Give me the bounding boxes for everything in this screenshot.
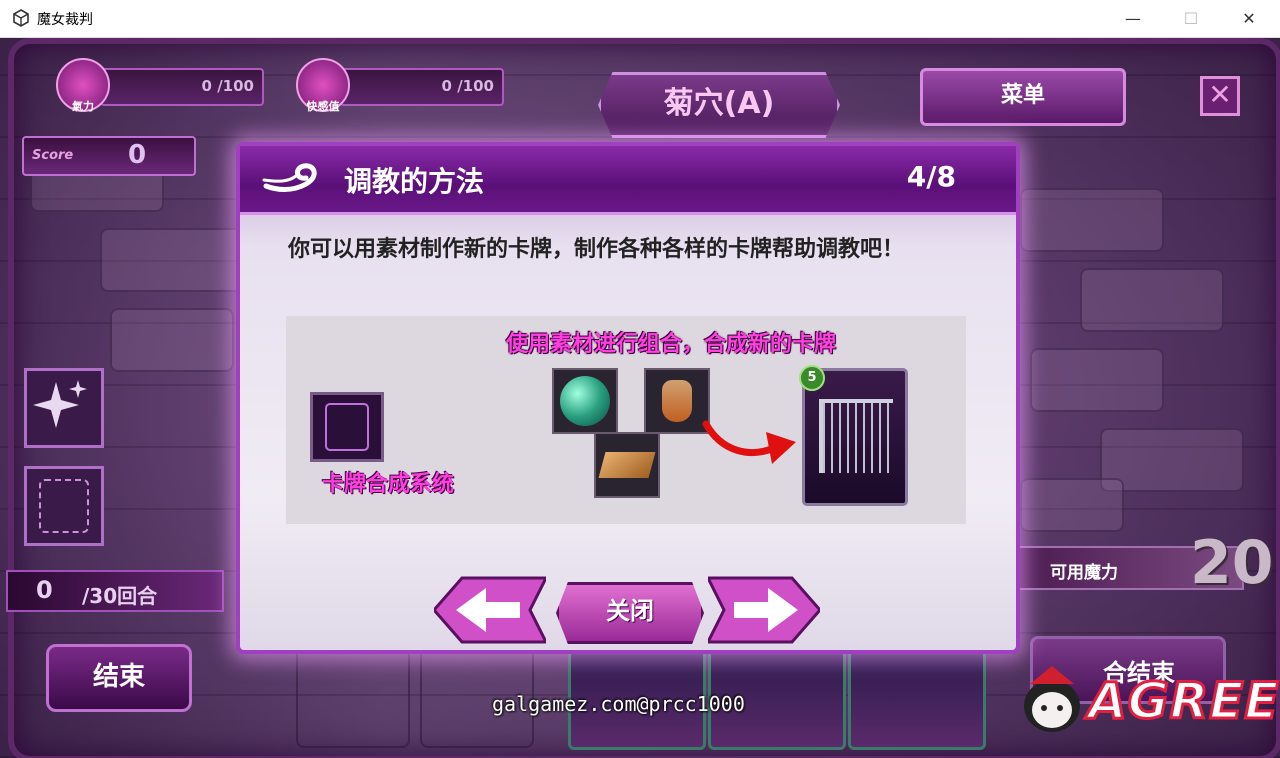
prev-page-button[interactable] <box>434 576 546 644</box>
card-cost: 5 <box>799 365 825 391</box>
turn-counter: 0 /30回合 <box>6 570 224 612</box>
stamina-value: 0 /100 <box>201 77 254 95</box>
game-screen: 0 /100 氣力 0 /100 快感值 菊穴(A) 菜单 ✕ Score 0 … <box>0 38 1280 758</box>
dialog-title: 调教的方法 <box>344 165 485 198</box>
mana-label: 可用魔力 <box>1050 563 1118 583</box>
deck-slot <box>296 644 410 748</box>
score-box: Score 0 <box>22 136 196 176</box>
heart-icon: 快感值 <box>296 58 350 113</box>
turn-current: 0 <box>36 576 53 604</box>
menu-button[interactable]: 菜单 <box>920 68 1126 126</box>
illustration-caption-top: 使用素材进行组合，合成新的卡牌 <box>506 332 837 357</box>
menu-label: 菜单 <box>1000 83 1045 108</box>
agree-logo: AGREE <box>1016 650 1280 746</box>
minimize-button[interactable]: — <box>1104 0 1162 37</box>
dialog-close-button[interactable]: 关闭 <box>556 582 704 644</box>
turn-max: /30回合 <box>82 584 158 608</box>
stage-title: 菊穴(A) <box>663 86 775 121</box>
stamina-icon: 氣力 <box>56 58 110 113</box>
dialog-page-indicator: 4/8 <box>906 160 956 193</box>
next-page-button[interactable] <box>708 576 820 644</box>
pleasure-gauge: 0 /100 <box>340 68 504 106</box>
pleasure-label: 快感值 <box>306 100 340 113</box>
dialog-header: 调教的方法 4/8 <box>240 146 1016 215</box>
orb-material-icon <box>552 368 618 434</box>
end-button[interactable]: 结束 <box>46 644 192 712</box>
hand-card[interactable] <box>848 644 986 750</box>
crafted-card: 5 <box>799 365 908 506</box>
stamina-label: 氣力 <box>72 100 94 113</box>
window-title: 魔女裁判 <box>37 12 93 28</box>
stage-title-plate: 菊穴(A) <box>598 72 840 138</box>
stamina-gauge: 0 /100 <box>100 68 264 106</box>
sparkle-icon <box>33 380 87 428</box>
agree-logo-text: AGREE <box>1087 671 1280 732</box>
sparkle-skill-button[interactable] <box>24 368 104 448</box>
mana-value: 20 <box>1190 528 1274 598</box>
mascot-icon <box>1024 666 1080 732</box>
dialog-close-label: 关闭 <box>606 597 654 625</box>
score-value: 0 <box>128 140 147 170</box>
harp-icon <box>819 399 893 473</box>
end-label: 结束 <box>92 662 145 692</box>
ingot-material-icon <box>594 432 660 498</box>
window-close-button[interactable]: ✕ <box>1220 0 1278 37</box>
red-arrow-icon <box>702 420 796 464</box>
score-label: Score <box>32 148 74 163</box>
tutorial-illustration: 使用素材进行组合，合成新的卡牌 卡牌合成系统 5 <box>286 316 966 524</box>
card-synthesis-icon <box>310 392 384 462</box>
dialog-description: 你可以用素材制作新的卡牌，制作各种各样的卡牌帮助调教吧！ <box>288 237 905 262</box>
card-craft-side-button[interactable] <box>24 466 104 546</box>
window-titlebar: 魔女裁判 — ☐ ✕ <box>0 0 1280 38</box>
maximize-button[interactable]: ☐ <box>1162 0 1220 37</box>
watermark: galgamez.com@prcc1000 <box>492 692 745 716</box>
pleasure-value: 0 /100 <box>441 77 494 95</box>
close-icon[interactable]: ✕ <box>1200 76 1240 116</box>
unity-app-icon <box>13 9 29 27</box>
tutorial-dialog: 调教的方法 4/8 你可以用素材制作新的卡牌，制作各种各样的卡牌帮助调教吧！ 使… <box>236 142 1020 654</box>
swirl-icon <box>262 163 317 192</box>
card-frame-icon <box>39 479 89 533</box>
illustration-caption-bottom: 卡牌合成系统 <box>322 472 455 497</box>
